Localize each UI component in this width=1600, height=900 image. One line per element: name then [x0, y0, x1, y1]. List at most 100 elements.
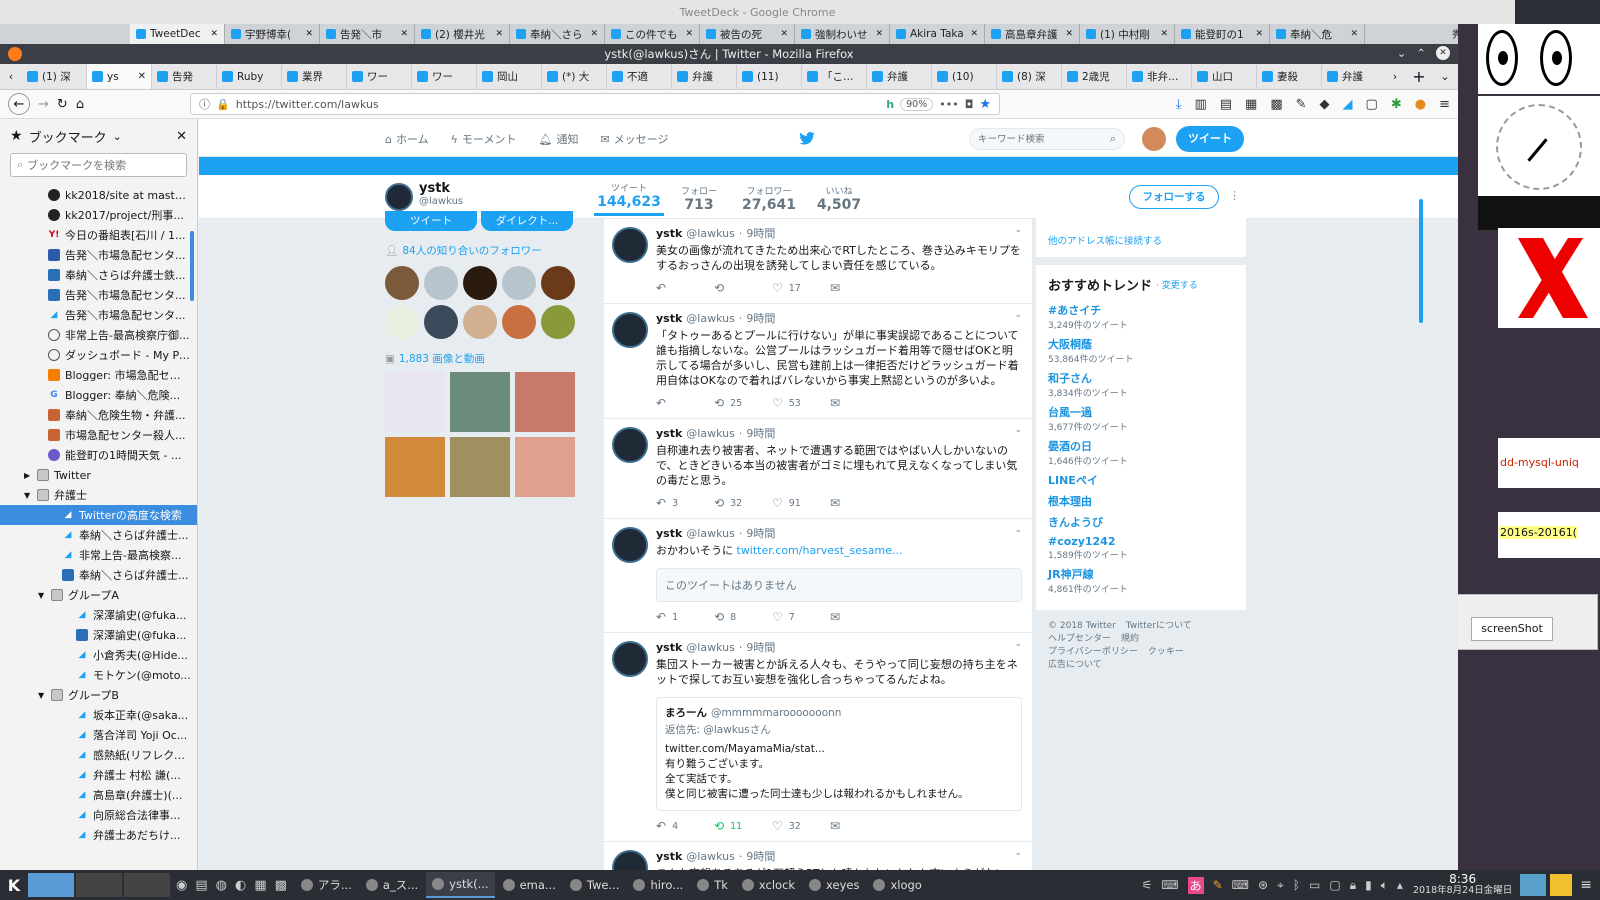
connect-addressbook-link[interactable]: 他のアドレス帳に接続する — [1048, 233, 1234, 247]
trend-item[interactable]: 根本理由 — [1048, 493, 1234, 509]
follower-avatar[interactable] — [541, 266, 575, 300]
taskbar-task[interactable]: a_ス... — [360, 872, 424, 898]
menu-icon[interactable]: ≡ — [1439, 97, 1450, 112]
tab-close-icon[interactable]: ✕ — [1255, 29, 1263, 39]
dm-button[interactable]: ✉ — [830, 496, 888, 510]
firefox-tab[interactable]: 妻殺 — [1257, 64, 1322, 89]
bookmark-item[interactable]: ◢ 向原総合法律事... — [0, 805, 197, 825]
tweet-avatar[interactable] — [612, 641, 648, 677]
forward-icon[interactable]: → — [38, 97, 49, 112]
nav-home[interactable]: ⌂ ホーム — [385, 131, 429, 147]
twitter-bird-icon[interactable] — [799, 132, 815, 145]
nav-moments[interactable]: ϟ モーメント — [451, 131, 517, 147]
tab-close-icon[interactable]: ✕ — [138, 71, 146, 82]
taskbar-task[interactable]: xeyes — [803, 872, 865, 898]
tray-display-icon[interactable]: ▭ — [1309, 878, 1320, 892]
trend-item[interactable]: 晏酒の日 1,646件のツイート — [1048, 438, 1234, 467]
firefox-tab[interactable]: 非弁に関 — [1127, 64, 1192, 89]
firefox-tab[interactable]: (1) 深 — [22, 64, 87, 89]
bookmark-folder[interactable]: ▶ Twitter — [0, 465, 197, 485]
chrome-tab[interactable]: 告発＼市 ✕ — [320, 24, 415, 44]
retweet-button[interactable]: ⟲ 8 — [714, 610, 772, 624]
kde-menu-icon[interactable]: K — [0, 876, 28, 895]
tray-volume-icon[interactable]: 🔈︎ — [1381, 878, 1388, 893]
trend-item[interactable]: 和子さん 3,834件のツイート — [1048, 370, 1234, 399]
sidebar-title[interactable]: ブックマーク — [29, 127, 107, 146]
new-tab-icon[interactable]: + — [1406, 67, 1432, 86]
reply-button[interactable]: ↶ — [656, 281, 714, 295]
maximize-icon[interactable]: ⌃ — [1416, 46, 1426, 60]
chevron-down-icon[interactable]: ⌄ — [1014, 310, 1022, 320]
page-scrollbar[interactable] — [1419, 199, 1423, 323]
screenshot-button[interactable]: screenShot — [1471, 617, 1553, 641]
tweet-time[interactable]: 9時間 — [746, 310, 775, 326]
pocket-icon[interactable]: ◘ — [965, 98, 974, 111]
bookmark-item[interactable]: ◢ 小倉秀夫(@Hide... — [0, 645, 197, 665]
info-icon[interactable]: ⓘ — [199, 96, 210, 112]
tweet-compose-button[interactable]: ツイート — [1176, 126, 1244, 152]
chrome-tab[interactable]: TweetDec ✕ — [130, 24, 225, 44]
tweet-time[interactable]: 9時間 — [746, 525, 775, 541]
profile-stat[interactable]: フォロー 713 — [664, 184, 734, 213]
footer-link[interactable]: ヘルプセンター — [1048, 633, 1111, 646]
media-thumbnail[interactable] — [515, 372, 575, 432]
bookmark-item[interactable]: Y! 今日の番組表[石川 / 1... — [0, 225, 197, 245]
chevron-down-icon[interactable]: ⌄ — [113, 130, 122, 143]
url-bar[interactable]: ⓘ 🔒 https://twitter.com/lawkus h 90% •••… — [190, 93, 1001, 115]
profile-stat[interactable]: フォロワー 27,641 — [734, 184, 804, 213]
reload-icon[interactable]: ↻ — [57, 97, 68, 112]
chevron-down-icon[interactable]: ⌄ — [1014, 639, 1022, 649]
tweet-avatar[interactable] — [612, 850, 648, 870]
trend-item[interactable]: きんようび — [1048, 514, 1234, 530]
tab-close-icon[interactable]: ✕ — [875, 29, 883, 39]
trends-change-link[interactable]: · 変更する — [1156, 278, 1198, 291]
tab-close-icon[interactable]: ✕ — [495, 29, 503, 39]
firefox-tab[interactable]: ワー — [347, 64, 412, 89]
bookmark-item[interactable]: ◢ 感熱紙(リフレクタ... — [0, 745, 197, 765]
tab-close-icon[interactable]: ✕ — [1160, 29, 1168, 39]
android-icon[interactable]: ✱ — [1391, 97, 1402, 112]
extension-grid-icon[interactable]: ▩ — [1270, 97, 1282, 112]
trend-item[interactable]: JR神戸線 4,861件のツイート — [1048, 566, 1234, 595]
profile-follow-button[interactable]: フォローする — [1129, 185, 1219, 209]
bookmark-item[interactable]: kk2017/project/刑事... — [0, 205, 197, 225]
hatena-icon[interactable]: h — [886, 98, 894, 111]
tray-bluetooth-icon[interactable]: ᛒ — [1293, 878, 1300, 892]
tray-clipboard-icon[interactable]: ▢ — [1329, 878, 1340, 892]
bookmark-item[interactable]: 非常上告-最高検察庁御... — [0, 325, 197, 345]
left-tweet-button[interactable]: ツイート — [385, 211, 477, 231]
bookmark-folder[interactable]: ▼ グループB — [0, 685, 197, 705]
tabs-scroll-right-icon[interactable]: › — [1384, 70, 1406, 83]
twitter-search-box[interactable]: ⌕ — [969, 128, 1125, 150]
bookmark-item[interactable]: ◢ 落合洋司 Yoji Oc... — [0, 725, 197, 745]
media-thumbnail[interactable] — [385, 372, 445, 432]
folder-closed-icon[interactable]: ▶ — [24, 471, 32, 480]
dm-button[interactable]: ✉ — [830, 281, 888, 295]
launcher-3-icon[interactable]: ◍ — [216, 878, 227, 893]
chrome-tab[interactable]: (1) 中村剛 ✕ — [1080, 24, 1175, 44]
back-icon[interactable]: ← — [8, 93, 30, 115]
dm-button[interactable]: ✉ — [830, 819, 888, 833]
magnifier-icon[interactable]: ⌕ — [1110, 132, 1116, 146]
bookmark-item[interactable]: ◢ モトケン(@moto... — [0, 665, 197, 685]
like-button[interactable]: ♡ 53 — [772, 396, 830, 410]
download-icon[interactable]: ⤓ — [1176, 97, 1182, 112]
reply-button[interactable]: ↶ 1 — [656, 610, 714, 624]
tweet[interactable]: ⌄ystk@lawkus·9時間こんな妄想あるあるが1万超えRTとか噴かわしいと… — [604, 842, 1032, 870]
zoom-level[interactable]: 90% — [900, 97, 934, 111]
bookmark-item[interactable]: 奉納＼さらば弁護士鉄... — [0, 265, 197, 285]
folder-open-icon[interactable]: ▼ — [38, 591, 46, 600]
media-thumbnail[interactable] — [450, 372, 510, 432]
tab-close-icon[interactable]: ✕ — [400, 29, 408, 39]
tab-list-icon[interactable]: ⌄ — [1432, 70, 1458, 83]
left-dm-button[interactable]: ダイレクト... — [481, 211, 573, 231]
tweet-avatar[interactable] — [612, 527, 648, 563]
tab-close-icon[interactable]: ✕ — [780, 29, 788, 39]
reply-button[interactable]: ↶ — [656, 396, 714, 410]
tray-keyboard-icon[interactable]: ⌨ — [1161, 878, 1178, 892]
bookmark-item[interactable]: 市場急配センター殺人... — [0, 425, 197, 445]
footer-link[interactable]: プライバシーポリシー — [1048, 646, 1138, 659]
profile-name[interactable]: ystk — [419, 181, 463, 196]
footer-link[interactable]: 規約 — [1121, 633, 1139, 646]
tweet-time[interactable]: 9時間 — [746, 848, 775, 864]
